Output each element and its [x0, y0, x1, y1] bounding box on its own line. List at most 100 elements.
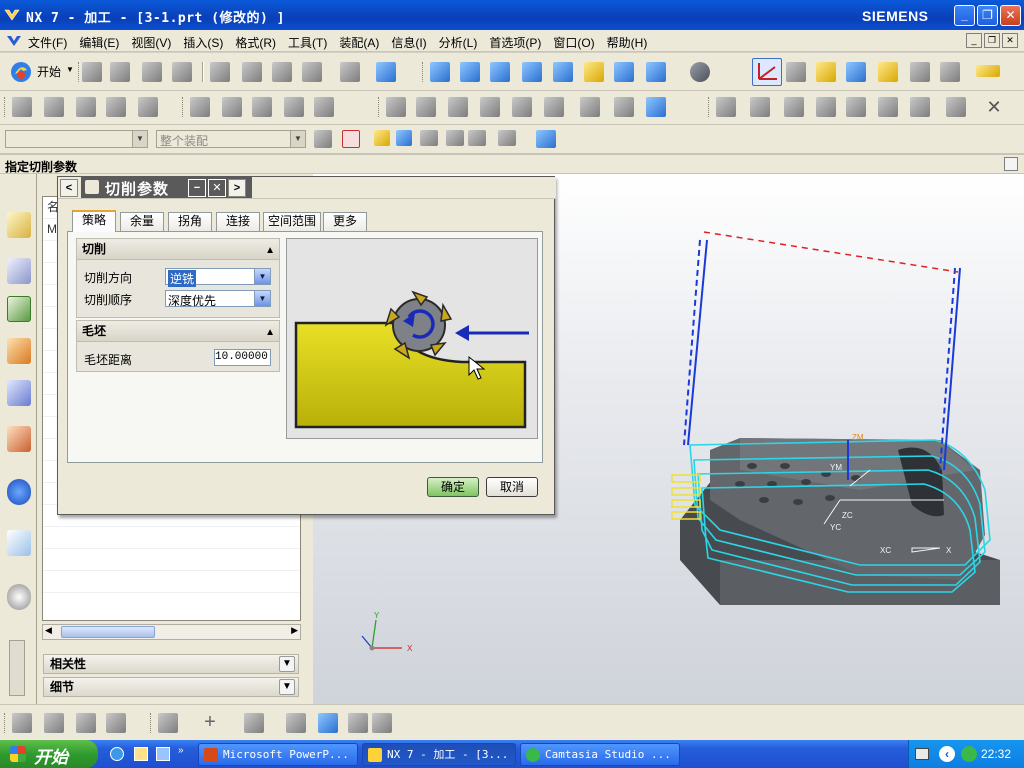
quicklaunch-expand-icon[interactable]: » — [178, 745, 184, 756]
shaded-cube-icon[interactable] — [646, 62, 666, 82]
cut-direction-select[interactable]: 逆铣 ▼ — [165, 268, 271, 287]
geometry-view-icon[interactable] — [7, 338, 31, 364]
cut-group-header[interactable]: 切削 ▲ — [77, 239, 279, 260]
dialog-title-bar[interactable]: < 切削参数 − ✕ > — [58, 177, 556, 199]
minimize-button[interactable]: _ — [954, 5, 975, 26]
menu-insert[interactable]: 插入(S) — [183, 34, 223, 51]
select-all-icon[interactable] — [314, 130, 332, 148]
output-cls-icon[interactable] — [614, 97, 634, 117]
toolbar-grip[interactable] — [150, 713, 153, 733]
chevron-right-icon[interactable]: > — [228, 179, 246, 197]
wcs-dynamics-icon[interactable] — [752, 58, 782, 86]
machine-tool-view-icon[interactable] — [7, 258, 31, 284]
chamfer-icon[interactable] — [784, 97, 804, 117]
generate-path-icon[interactable] — [846, 62, 866, 82]
chevron-up-icon[interactable]: ▲ — [265, 241, 275, 261]
undo-icon[interactable] — [340, 62, 360, 82]
intersection-icon[interactable] — [446, 130, 464, 146]
chevron-down-icon[interactable]: ▼ — [254, 291, 270, 306]
tab-corners[interactable]: 拐角 — [168, 212, 212, 231]
curve-icon[interactable] — [244, 713, 264, 733]
task-nx[interactable]: NX 7 - 加工 - [3... — [362, 743, 516, 766]
start-menu-button[interactable]: 开始 — [37, 63, 61, 80]
navigator-hscrollbar[interactable]: ◀ ▶ — [42, 624, 301, 640]
machine-view-icon[interactable] — [44, 713, 64, 733]
print-icon[interactable] — [172, 62, 192, 82]
cut-icon[interactable] — [210, 62, 230, 82]
dependencies-section[interactable]: 相关性 ▼ — [43, 654, 299, 674]
cancel-button[interactable]: 取消 — [486, 477, 538, 497]
menu-analysis[interactable]: 分析(L) — [439, 34, 478, 51]
boss-icon[interactable] — [846, 97, 866, 117]
cylinder-icon[interactable] — [372, 713, 392, 733]
toolbar-grip[interactable] — [182, 97, 185, 117]
replay-toolpath-icon[interactable] — [416, 97, 436, 117]
back-arrow-icon[interactable]: ‹ — [939, 746, 955, 762]
history-clock-icon[interactable] — [7, 584, 31, 610]
menu-format[interactable]: 格式(R) — [235, 34, 276, 51]
open-file-icon[interactable] — [110, 62, 130, 82]
toolbar-grip[interactable] — [4, 713, 7, 733]
menu-tools[interactable]: 工具(T) — [288, 34, 327, 51]
create-geometry-icon[interactable] — [76, 97, 96, 117]
copy-object-icon[interactable] — [252, 97, 272, 117]
measure-icon[interactable] — [976, 65, 1000, 77]
blank-distance-input[interactable]: 10.00000 — [214, 349, 271, 366]
minimize-dialog-button[interactable]: − — [188, 179, 206, 197]
save-icon[interactable] — [142, 62, 162, 82]
arc-center-icon[interactable] — [468, 130, 486, 146]
control-point-icon[interactable] — [420, 130, 438, 146]
assembly-scope-dropdown[interactable]: 整个装配 ▼ — [156, 130, 306, 148]
mid-point-icon[interactable] — [396, 130, 412, 146]
web-browser-icon[interactable] — [7, 530, 31, 556]
wcs-origin-icon[interactable] — [786, 62, 806, 82]
extrude-icon[interactable] — [946, 97, 966, 117]
mdi-minimize-button[interactable]: _ — [966, 33, 982, 48]
tab-more[interactable]: 更多 — [323, 212, 367, 231]
shop-docs-icon[interactable] — [580, 97, 600, 117]
replay-path-icon[interactable] — [878, 62, 898, 82]
orient-view-icon[interactable] — [690, 62, 710, 82]
keyboard-icon[interactable] — [915, 748, 929, 760]
toolbar-grip[interactable] — [378, 97, 381, 117]
info-icon[interactable] — [7, 479, 31, 505]
delete-object-icon[interactable] — [314, 97, 334, 117]
chevron-down-icon[interactable]: ▼ — [66, 65, 74, 74]
edit-object-icon[interactable] — [190, 97, 210, 117]
block-icon[interactable] — [348, 713, 368, 733]
fit-view-icon[interactable] — [430, 62, 450, 82]
mdi-restore-button[interactable]: ❐ — [984, 33, 1000, 48]
task-powerpoint[interactable]: Microsoft PowerP... — [198, 743, 358, 766]
magnify-icon[interactable] — [522, 62, 542, 82]
menu-window[interactable]: 窗口(O) — [553, 34, 594, 51]
toolbar-grip[interactable] — [78, 62, 81, 82]
hole-icon[interactable] — [816, 97, 836, 117]
pocket-icon[interactable] — [878, 97, 898, 117]
layer-icon[interactable] — [318, 713, 338, 733]
postprocess-icon[interactable] — [544, 97, 564, 117]
menu-edit[interactable]: 编辑(E) — [79, 34, 119, 51]
plane-icon[interactable] — [286, 713, 306, 733]
maximize-button[interactable]: ❐ — [977, 5, 998, 26]
tab-stock[interactable]: 余量 — [120, 212, 164, 231]
zoom-icon[interactable] — [490, 62, 510, 82]
resource-scrollbar[interactable] — [9, 640, 25, 696]
generate-toolpath-icon[interactable] — [386, 97, 406, 117]
toolbar-grip[interactable] — [708, 97, 711, 117]
cut-order-select[interactable]: 深度优先 ▼ — [165, 290, 271, 308]
method-view-icon[interactable] — [106, 713, 126, 733]
details-section[interactable]: 细节 ▼ — [43, 677, 299, 697]
paste-object-icon[interactable] — [284, 97, 304, 117]
geometry-view-icon[interactable] — [76, 713, 96, 733]
camtasia-tray-icon[interactable] — [961, 746, 977, 762]
create-tool-icon[interactable] — [44, 97, 64, 117]
ie-quicklaunch-icon[interactable] — [110, 747, 124, 761]
rotate-icon[interactable] — [553, 62, 573, 82]
pad-icon[interactable] — [910, 97, 930, 117]
create-method-icon[interactable] — [106, 97, 126, 117]
scroll-thumb[interactable] — [61, 626, 155, 638]
point-icon[interactable]: + — [200, 712, 220, 733]
menu-preferences[interactable]: 首选项(P) — [489, 34, 541, 51]
close-window-button[interactable]: ✕ — [1000, 5, 1021, 26]
menu-view[interactable]: 视图(V) — [131, 34, 171, 51]
